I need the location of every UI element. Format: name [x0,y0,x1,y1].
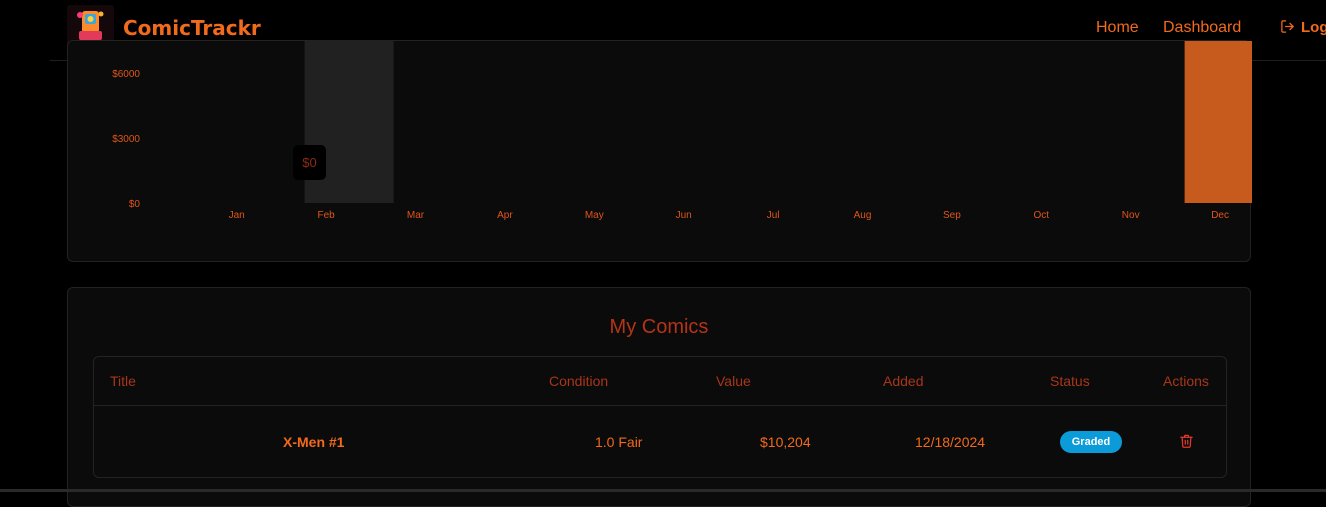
x-tick-label: Oct [1034,210,1050,221]
y-tick-label: $0 [129,199,141,210]
comic-title[interactable]: X-Men #1 [283,434,344,450]
x-tick-label: Feb [317,210,335,221]
trash-icon[interactable] [1179,433,1194,449]
x-tick-label: Aug [854,210,872,221]
x-tick-label: Nov [1122,210,1140,221]
tooltip-value: $0 [302,155,316,170]
y-tick-label: $3000 [112,134,140,145]
nav-home-link[interactable]: Home [1096,19,1139,37]
column-header-title: Title [110,373,136,389]
x-tick-label: Jun [676,210,692,221]
table-header: Title Condition Value Added Status Actio… [94,357,1226,406]
comic-added-date: 12/18/2024 [915,434,986,450]
x-tick-label: Apr [497,210,513,221]
nav-dashboard-link[interactable]: Dashboard [1163,19,1241,37]
x-tick-label: Mar [407,210,425,221]
column-header-status: Status [1050,373,1090,389]
x-tick-label: Dec [1211,210,1229,221]
logout-label: Log [1301,19,1326,36]
y-tick-label: $6000 [112,69,140,80]
section-title: My Comics [609,316,709,338]
my-comics-card: My Comics Title Condition Value Added St… [67,287,1251,507]
x-tick-label: May [585,210,604,221]
x-tick-label: Jul [767,210,780,221]
status-badge: Graded [1060,431,1122,453]
column-header-condition: Condition [549,373,609,389]
monthly-value-chart: $0 $3000 $6000 Jan Feb Mar Apr May Jun Jul Aug Sep O… [112,41,1252,221]
column-header-actions: Actions [1163,373,1209,389]
logout-icon [1281,20,1294,33]
logout-button[interactable]: Log [1280,19,1326,36]
brand-name[interactable]: ComicTrackr [123,16,261,40]
column-header-added: Added [883,373,924,389]
comics-table: Title Condition Value Added Status Actio… [93,356,1227,478]
comic-condition: 1.0 Fair [595,434,643,450]
column-header-value: Value [716,373,751,389]
x-tick-label: Sep [943,210,961,221]
x-tick-label: Jan [229,210,245,221]
comic-value: $10,204 [760,434,811,450]
bar [1184,41,1252,203]
monthly-value-chart-card: $0 $3000 $6000 Jan Feb Mar Apr May Jun Jul Aug Sep O… [67,40,1252,262]
